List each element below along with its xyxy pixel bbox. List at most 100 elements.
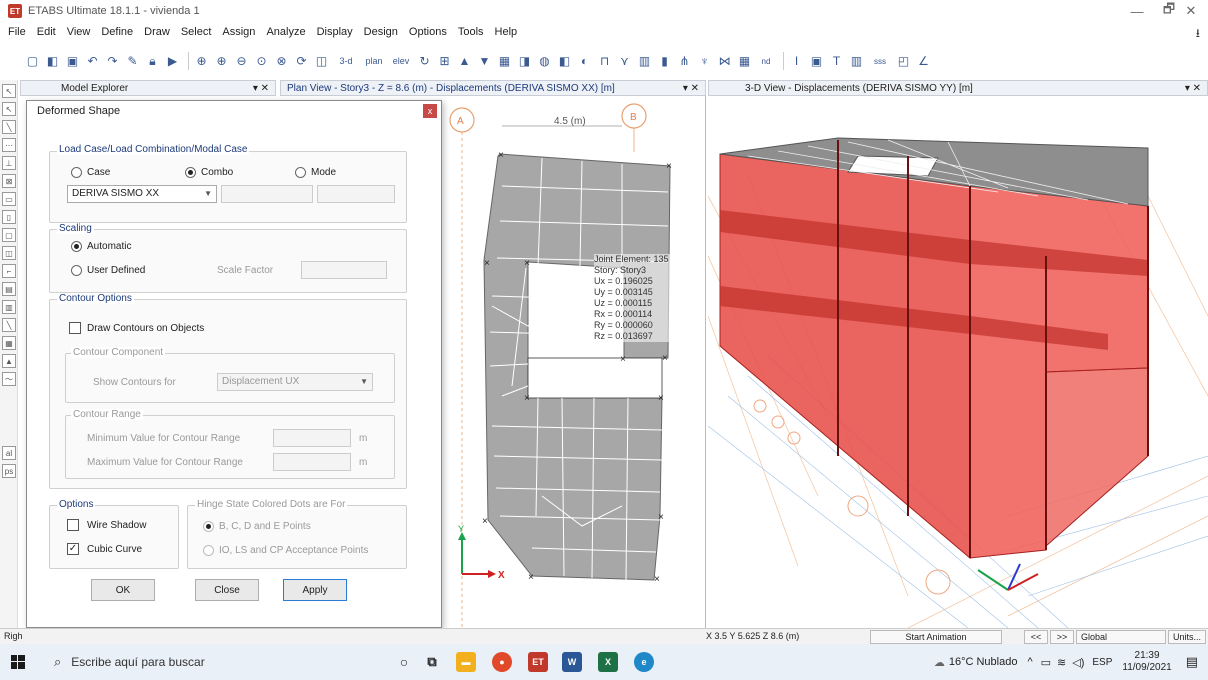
coord-system-select[interactable]: Global	[1076, 630, 1166, 644]
network-icon[interactable]: ▭	[1041, 656, 1051, 669]
word-icon[interactable]: W	[562, 652, 582, 672]
select-all-icon[interactable]: al	[2, 446, 16, 460]
menu-file[interactable]: File	[8, 26, 26, 38]
select-icon[interactable]: ▣	[808, 53, 825, 70]
bar-chart-icon[interactable]: ▮	[656, 53, 673, 70]
plan-view-icon[interactable]: plan	[362, 53, 386, 70]
column-icon[interactable]: ⊓	[596, 53, 613, 70]
line-icon[interactable]: ▥	[848, 53, 865, 70]
menu-view[interactable]: View	[67, 26, 91, 38]
menu-tools[interactable]: Tools	[458, 26, 484, 38]
move-down-icon[interactable]: ▼	[476, 53, 493, 70]
perspective-icon[interactable]: ◫	[313, 53, 330, 70]
radio-mode[interactable]	[295, 167, 306, 178]
menu-options[interactable]: Options	[409, 26, 447, 38]
filter-icon[interactable]: T	[828, 53, 845, 70]
prev-button[interactable]: <<	[1024, 630, 1048, 644]
draw-column-icon[interactable]: ⊥	[2, 156, 16, 170]
cubic-curve-checkbox[interactable]: ✓	[67, 543, 79, 555]
node-icon[interactable]: ♆	[696, 53, 713, 70]
zoom-out-icon[interactable]: ⊖	[233, 53, 250, 70]
zoom-in-icon[interactable]: ⊕	[213, 53, 230, 70]
menu-design[interactable]: Design	[364, 26, 398, 38]
wall-icon[interactable]: ◐	[576, 53, 593, 70]
model-explorer-controls[interactable]: ▾ ✕	[253, 83, 269, 94]
menu-analyze[interactable]: Analyze	[266, 26, 305, 38]
edge-icon[interactable]: e	[634, 652, 654, 672]
text-icon[interactable]: I	[788, 53, 805, 70]
weather-icon[interactable]: ☁	[934, 656, 945, 669]
tree-icon[interactable]: ⋈	[716, 53, 733, 70]
save-icon[interactable]: ▣	[64, 53, 81, 70]
cortana-icon[interactable]: ○	[394, 652, 414, 672]
chrome-icon[interactable]: ●	[492, 652, 512, 672]
view3d-canvas[interactable]	[708, 96, 1208, 628]
ok-button[interactable]: OK	[91, 579, 155, 601]
task-view-icon[interactable]: ⧉	[422, 652, 442, 672]
menu-draw[interactable]: Draw	[144, 26, 170, 38]
menu-help[interactable]: Help	[495, 26, 518, 38]
display-options-icon[interactable]: ⊞	[436, 53, 453, 70]
elevation-view-icon[interactable]: elev	[389, 53, 413, 70]
new-file-icon[interactable]: ▢	[24, 53, 41, 70]
menu-edit[interactable]: Edit	[37, 26, 56, 38]
view3d-controls[interactable]: ▾ ✕	[1185, 83, 1201, 94]
open-folder-icon[interactable]: ◧	[44, 53, 61, 70]
draw-opening-icon[interactable]: ▢	[2, 228, 16, 242]
redo-icon[interactable]: ↷	[104, 53, 121, 70]
move-up-icon[interactable]: ▲	[456, 53, 473, 70]
windows-start-button[interactable]	[0, 644, 36, 680]
draw-reference-icon[interactable]: ▥	[2, 300, 16, 314]
plan-view-controls[interactable]: ▾ ✕	[683, 83, 699, 94]
close-button[interactable]: ✕	[1172, 0, 1208, 22]
grid-icon[interactable]: ▦	[736, 53, 753, 70]
next-button[interactable]: >>	[1050, 630, 1074, 644]
taskbar-search[interactable]: ⌕ Escribe aquí para buscar	[40, 648, 360, 676]
start-animation-button[interactable]: Start Animation	[870, 630, 1002, 644]
weather-text[interactable]: 16°C Nublado	[949, 656, 1018, 668]
zoom-fit-icon[interactable]: ⊙	[253, 53, 270, 70]
section-icon[interactable]: ▥	[636, 53, 653, 70]
select-previous-icon[interactable]: ps	[2, 464, 16, 478]
frame-icon[interactable]: ◧	[556, 53, 573, 70]
chevron-up-icon[interactable]: ^	[1027, 656, 1032, 668]
brace-icon[interactable]: ⋎	[616, 53, 633, 70]
radio-automatic[interactable]	[71, 241, 82, 252]
nd-icon[interactable]: nd	[756, 53, 776, 70]
draw-wall-icon[interactable]: ▯	[2, 210, 16, 224]
redraw-icon[interactable]: ↻	[416, 53, 433, 70]
area-icon[interactable]: ◰	[895, 53, 912, 70]
draw-line-icon[interactable]: ╲	[2, 120, 16, 134]
pencil-icon[interactable]: ✎	[124, 53, 141, 70]
run-icon[interactable]: ▶	[164, 53, 181, 70]
units-button[interactable]: Units...	[1168, 630, 1206, 644]
rotate-icon[interactable]: ⟳	[293, 53, 310, 70]
draw-grid-icon[interactable]: ▦	[2, 336, 16, 350]
pointer-icon[interactable]: ↖	[2, 84, 16, 98]
sss-icon[interactable]: sss	[868, 53, 892, 70]
draw-floor-icon[interactable]: ▭	[2, 192, 16, 206]
draw-contours-checkbox[interactable]	[69, 322, 81, 334]
reshape-icon[interactable]: ↖	[2, 102, 16, 116]
wire-shadow-checkbox[interactable]	[67, 519, 79, 531]
object-shrink-icon[interactable]: ▦	[496, 53, 513, 70]
notifications-icon[interactable]: ▤	[1186, 654, 1198, 670]
zoom-window-icon[interactable]: ⊕	[193, 53, 210, 70]
volume-icon[interactable]: ◁)	[1072, 656, 1084, 669]
lock-icon[interactable]: 🔒︎	[144, 53, 161, 70]
menu-display[interactable]: Display	[317, 26, 353, 38]
apply-button[interactable]: Apply	[283, 579, 347, 601]
etabs-taskbar-icon[interactable]: ET	[528, 652, 548, 672]
plan-view-canvas[interactable]: × × × × × × × × × × × × 4.5 (m) A B X Y Joint El…	[442, 96, 706, 628]
file-explorer-icon[interactable]: ▬	[456, 652, 476, 672]
clock[interactable]: 21:39 11/09/2021	[1122, 650, 1171, 674]
radio-user-defined[interactable]	[71, 265, 82, 276]
draw-beam-icon[interactable]: ⋯	[2, 138, 16, 152]
wifi-icon[interactable]: ≋	[1057, 656, 1066, 669]
draw-dimension-icon[interactable]: ▤	[2, 282, 16, 296]
pan-icon[interactable]: ⊗	[273, 53, 290, 70]
draw-icon[interactable]: ∠	[915, 53, 932, 70]
excel-icon[interactable]: X	[598, 652, 618, 672]
menu-assign[interactable]: Assign	[222, 26, 255, 38]
radio-combo[interactable]	[185, 167, 196, 178]
